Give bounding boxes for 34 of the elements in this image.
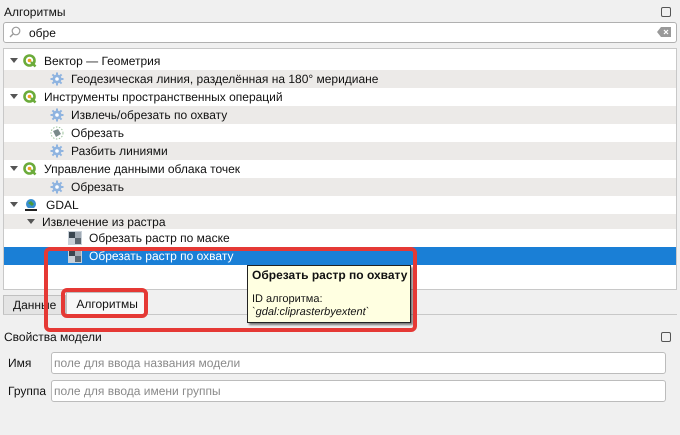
- raster-icon: [68, 231, 82, 245]
- gear-icon: [50, 72, 64, 86]
- tooltip-id: `gdal:cliprasterbyextent`: [252, 306, 370, 319]
- globe-icon: [23, 197, 39, 213]
- expand-caret-icon[interactable]: [27, 218, 35, 224]
- expand-caret-icon[interactable]: [10, 94, 18, 100]
- tree-item[interactable]: Геодезическая линия, разделённая на 180° меридиане: [4, 70, 676, 88]
- undock-icon[interactable]: [661, 332, 671, 342]
- q-logo-icon: [23, 162, 37, 176]
- section-title: Свойства модели: [4, 329, 102, 346]
- q-logo-icon: [23, 54, 37, 68]
- gear-icon: [50, 144, 64, 158]
- field-label: Имя: [8, 355, 32, 372]
- tooltip-title: Обрезать растр по охвату: [252, 269, 406, 282]
- expand-caret-icon[interactable]: [10, 202, 18, 208]
- clear-icon[interactable]: [657, 27, 671, 37]
- input-field[interactable]: поле для ввода названия модели: [51, 352, 666, 374]
- tree-item[interactable]: Извлечение из растра: [4, 214, 676, 229]
- gear-icon: [50, 108, 64, 122]
- field-label: Группа: [8, 383, 48, 400]
- tree-item[interactable]: Извлечь/обрезать по охвату: [4, 106, 676, 124]
- gear-icon: [50, 180, 64, 194]
- tooltip-label: ID алгоритма:: [252, 293, 324, 306]
- expand-caret-icon[interactable]: [10, 166, 18, 172]
- tree-item[interactable]: Обрезать: [4, 178, 676, 196]
- tree-item[interactable]: Разбить линиями: [4, 142, 676, 160]
- q-logo-icon: [23, 90, 37, 104]
- expand-caret-icon[interactable]: [10, 58, 18, 64]
- panel-title: Алгоритмы: [4, 4, 66, 21]
- input-field[interactable]: поле для ввода имени группы: [51, 380, 666, 402]
- search-field[interactable]: обре: [3, 22, 677, 43]
- undock-icon[interactable]: [661, 7, 671, 17]
- polygon-icon: [50, 126, 64, 140]
- search-icon: [9, 26, 21, 38]
